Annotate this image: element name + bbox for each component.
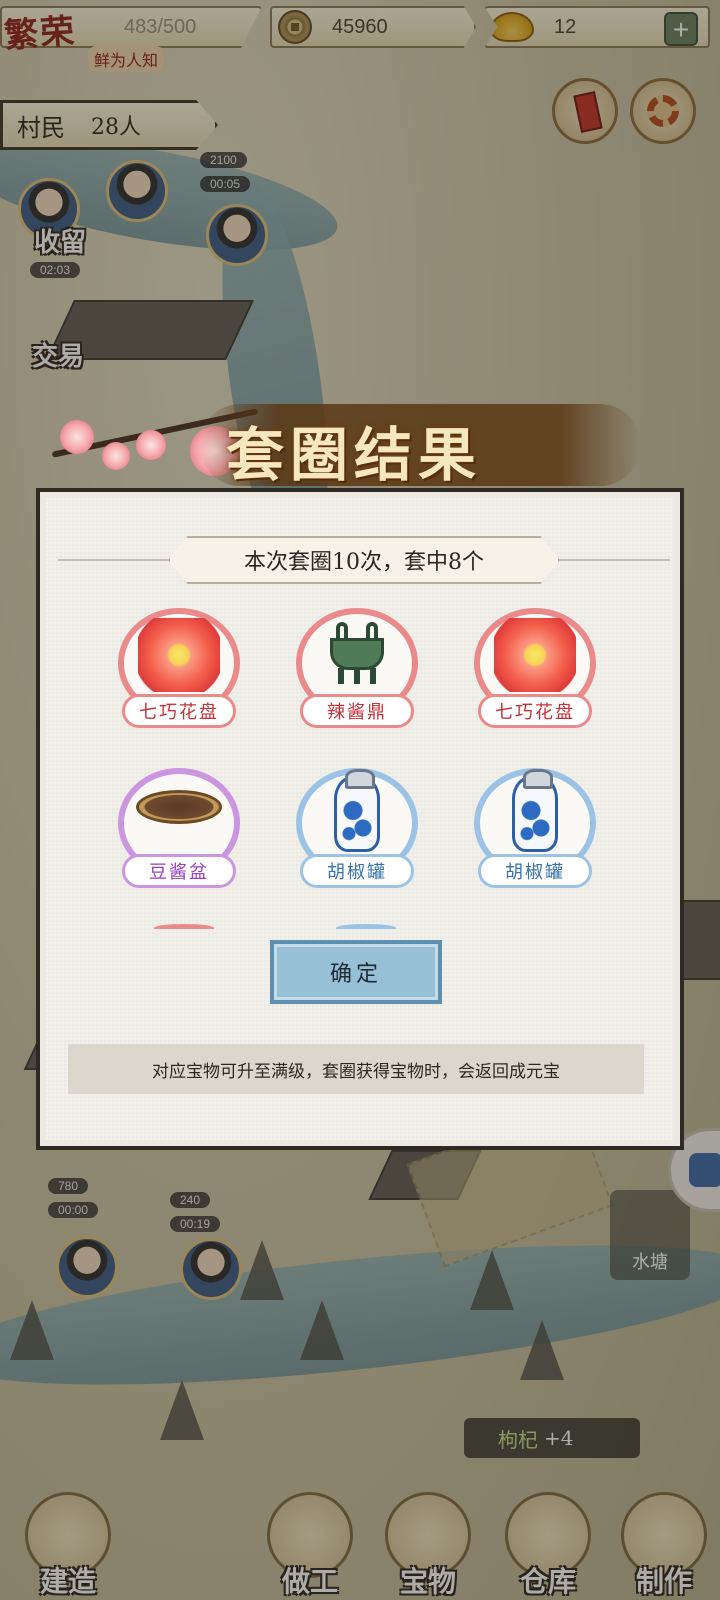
bean-paste-basin-icon <box>136 790 222 842</box>
reward-item[interactable]: 七巧花盘 <box>118 608 240 728</box>
partially-hidden-item <box>336 924 396 932</box>
flower-plate-icon <box>138 618 220 692</box>
item-name: 豆酱盆 <box>122 854 236 888</box>
pepper-jar-icon <box>334 769 380 852</box>
reward-tip: 对应宝物可升至满级，套圈获得宝物时，会返回成元宝 <box>68 1044 644 1094</box>
pepper-jar-icon <box>512 769 558 852</box>
dialog-header: 套圈结果 <box>40 390 700 500</box>
reward-item[interactable]: 豆酱盆 <box>118 768 240 888</box>
reward-item[interactable]: 胡椒罐 <box>474 768 596 888</box>
bronze-ding-icon <box>330 622 384 684</box>
item-name: 辣酱鼎 <box>300 694 414 728</box>
item-name: 胡椒罐 <box>478 854 592 888</box>
dialog-title: 套圈结果 <box>226 421 483 489</box>
reward-item[interactable]: 七巧花盘 <box>474 608 596 728</box>
ring-toss-result-dialog: 本次套圈10次，套中8个 七巧花盘 辣酱鼎 七巧花盘 豆酱盆 胡椒罐 胡椒罐 确… <box>36 488 684 1150</box>
flower-plate-icon <box>494 618 576 692</box>
partially-hidden-item <box>154 924 214 932</box>
reward-item[interactable]: 辣酱鼎 <box>296 608 418 728</box>
confirm-button[interactable]: 确定 <box>270 940 442 1004</box>
item-name: 七巧花盘 <box>478 694 592 728</box>
item-name: 七巧花盘 <box>122 694 236 728</box>
item-name: 胡椒罐 <box>300 854 414 888</box>
summary-banner: 本次套圈10次，套中8个 <box>168 536 560 584</box>
reward-item[interactable]: 胡椒罐 <box>296 768 418 888</box>
